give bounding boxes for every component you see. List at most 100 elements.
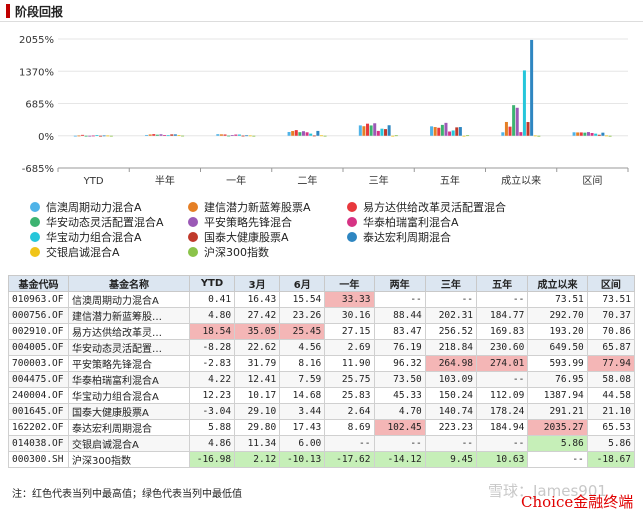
table-cell: 58.08 (586, 371, 636, 388)
table-cell: 178.24 (476, 403, 529, 420)
table-cell: 16.43 (234, 291, 281, 308)
table-cell: 华泰柏瑞富利混合A (67, 371, 190, 388)
legend-item: 交银启诚混合A (30, 244, 120, 260)
performance-table: 基金代码 基金名称 YTD 3月 6月 一年 两年 三年 五年 成立以来 区间 010963.OF 信… (8, 275, 636, 468)
table-row: 001645.OF 国泰大健康股票A -3.04 29.10 3.44 2.64 4.70 1… (8, 403, 636, 420)
legend-swatch (30, 217, 40, 227)
table-cell: 2.69 (324, 339, 375, 356)
legend-item: 华泰柏瑞富利混合A (347, 214, 459, 230)
legend-swatch (188, 217, 198, 227)
legend-label: 泰达宏利周期混合 (363, 231, 451, 244)
section-header: 阶段回报 (0, 0, 643, 22)
table-cell: 000300.SH (8, 451, 69, 468)
bar (305, 132, 309, 136)
bar (77, 135, 81, 137)
table-cell: -- (324, 435, 375, 452)
table-row: 162202.OF 泰达宏利周期混合 5.88 29.80 17.43 8.69 102.4… (8, 419, 636, 436)
bar (466, 135, 470, 137)
legend-label: 沪深300指数 (204, 246, 269, 259)
table-cell: 44.58 (586, 387, 636, 404)
bar (109, 135, 113, 137)
bar (287, 131, 291, 136)
table-cell: 73.51 (527, 291, 588, 308)
table-cell: 29.10 (234, 403, 281, 420)
table-cell: 12.41 (234, 371, 281, 388)
table-cell: 11.90 (324, 355, 375, 372)
table-cell: 010963.OF (8, 291, 69, 308)
legend-item: 国泰大健康股票A (188, 229, 289, 245)
table-cell: 21.10 (586, 403, 636, 420)
table-cell: 7.59 (279, 371, 326, 388)
table-cell: 11.34 (234, 435, 281, 452)
x-tick-label: 三年 (369, 174, 389, 187)
legend-swatch (188, 202, 198, 212)
bar-chart: -685% 0% 685% 1370% 2055% YTD 半年 一年 二年 三年 五年 成立以来 区间 (19, 35, 629, 187)
legend-item: 信澳周期动力混合A (30, 199, 142, 215)
column-header: 基金代码 (8, 275, 69, 292)
table-cell: 70.37 (586, 307, 636, 324)
table-cell: 5.86 (527, 435, 588, 452)
table-cell: 73.50 (373, 371, 426, 388)
table-cell: 77.94 (586, 355, 636, 372)
table-cell: 218.84 (424, 339, 478, 356)
y-tick-label: 685% (25, 100, 54, 111)
bar (440, 124, 444, 136)
table-cell: -- (527, 451, 588, 468)
bar (99, 135, 103, 137)
x-tick-label: YTD (83, 176, 104, 187)
bar (245, 135, 249, 137)
table-cell: 96.32 (373, 355, 426, 372)
table-cell: 73.51 (586, 291, 636, 308)
legend-swatch (30, 247, 40, 257)
table-cell: 信澳周期动力混合A (67, 291, 190, 308)
table-cell: -- (476, 371, 529, 388)
bar (515, 107, 519, 136)
table-cell: -- (424, 291, 478, 308)
bar (234, 134, 238, 136)
legend-swatch (347, 232, 357, 242)
table-cell: -2.83 (188, 355, 236, 372)
table-cell: 25.45 (279, 323, 326, 340)
bar (316, 130, 320, 136)
bar (380, 128, 384, 136)
legend-label: 国泰大健康股票A (204, 231, 289, 244)
table-cell: 88.44 (373, 307, 426, 324)
bar (604, 135, 608, 137)
table-cell: 10.17 (234, 387, 281, 404)
table-cell: 8.16 (279, 355, 326, 372)
table-cell: 223.23 (424, 419, 478, 436)
table-cell: 76.95 (527, 371, 588, 388)
table-cell: 184.94 (476, 419, 529, 436)
table-cell: 泰达宏利周期混合 (67, 419, 190, 436)
table-cell: 4.86 (188, 435, 236, 452)
bar (458, 127, 462, 136)
table-cell: 112.09 (476, 387, 529, 404)
table-cell: 25.83 (324, 387, 375, 404)
table-cell: 649.50 (527, 339, 588, 356)
table-cell: 2.12 (234, 451, 281, 468)
bar (433, 127, 437, 136)
table-cell: 29.80 (234, 419, 281, 436)
y-tick-label: 0% (38, 132, 54, 143)
table-cell: 4.56 (279, 339, 326, 356)
legend-swatch (347, 202, 357, 212)
bar (391, 135, 395, 137)
bar (319, 135, 323, 137)
table-cell: 240004.OF (8, 387, 69, 404)
table-cell: -17.62 (324, 451, 375, 468)
bar (216, 134, 220, 136)
table-cell: 256.52 (424, 323, 478, 340)
legend-item: 平安策略先锋混合 (188, 214, 292, 230)
table-cell: 华宝动力组合混合A (67, 387, 190, 404)
y-tick-label: 1370% (19, 67, 54, 78)
column-header: 基金名称 (67, 275, 190, 292)
table-cell: 易方达供给改革灵… (67, 323, 190, 340)
bar (91, 135, 95, 137)
bar (462, 135, 466, 137)
bar (170, 134, 174, 136)
legend-item: 建信潜力新蓝筹股票A (188, 199, 311, 215)
legend-swatch (188, 232, 198, 242)
bar (583, 132, 587, 136)
table-cell: -- (476, 291, 529, 308)
table-cell: -- (373, 291, 426, 308)
